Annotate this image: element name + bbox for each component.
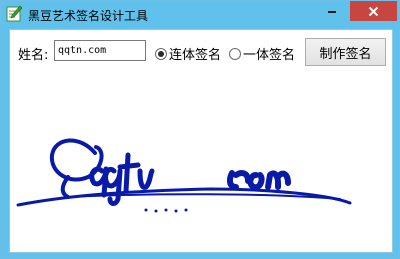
window-title: 黑豆艺术签名设计工具 — [28, 9, 149, 23]
close-button[interactable] — [350, 1, 397, 21]
radio-single-signature[interactable]: 一体签名 — [229, 44, 295, 63]
radio-dot-checked — [155, 47, 167, 60]
radio-label: 连体签名 — [169, 48, 222, 63]
minimize-icon — [328, 11, 336, 13]
minimize-button[interactable] — [319, 1, 345, 21]
signature-image — [16, 138, 352, 213]
radio-connected-signature[interactable]: 连体签名 — [155, 44, 221, 63]
close-icon — [368, 6, 379, 16]
radio-dot — [229, 47, 241, 60]
title-bar[interactable]: 黑豆艺术签名设计工具 — [1, 1, 399, 29]
radio-label: 一体签名 — [243, 48, 296, 63]
name-input[interactable] — [54, 40, 146, 61]
pencil-note-icon — [6, 5, 23, 22]
make-signature-button[interactable]: 制作签名 — [305, 38, 386, 66]
name-label: 姓名: — [18, 48, 49, 63]
